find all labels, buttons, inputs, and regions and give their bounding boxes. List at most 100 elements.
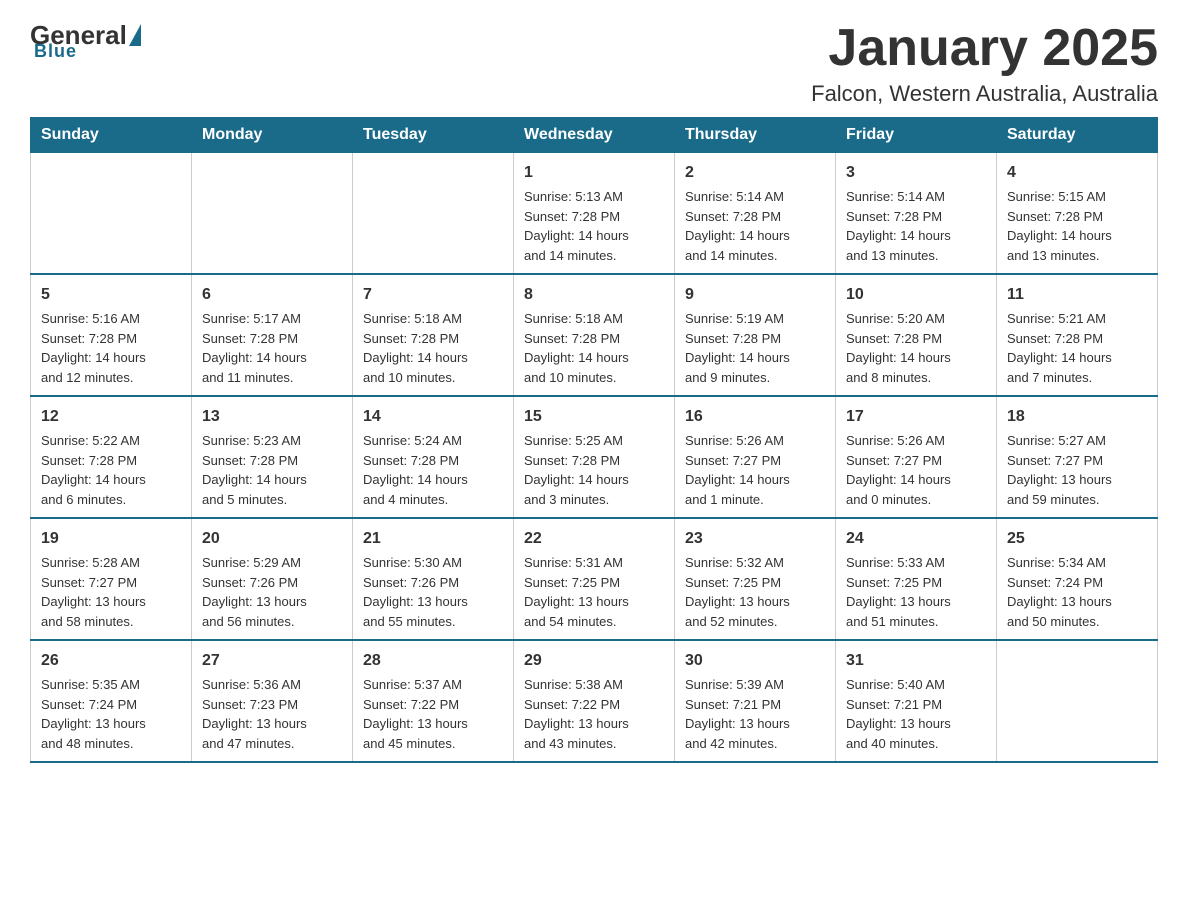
weekday-header-monday: Monday — [192, 118, 353, 153]
day-number: 25 — [1007, 527, 1147, 551]
day-info: Sunrise: 5:26 AMSunset: 7:27 PMDaylight:… — [685, 431, 825, 509]
calendar-cell — [997, 640, 1158, 762]
calendar-cell: 13Sunrise: 5:23 AMSunset: 7:28 PMDayligh… — [192, 396, 353, 518]
day-info: Sunrise: 5:20 AMSunset: 7:28 PMDaylight:… — [846, 309, 986, 387]
day-info: Sunrise: 5:23 AMSunset: 7:28 PMDaylight:… — [202, 431, 342, 509]
day-info: Sunrise: 5:18 AMSunset: 7:28 PMDaylight:… — [524, 309, 664, 387]
calendar-cell — [353, 153, 514, 275]
day-info: Sunrise: 5:31 AMSunset: 7:25 PMDaylight:… — [524, 553, 664, 631]
calendar-cell: 22Sunrise: 5:31 AMSunset: 7:25 PMDayligh… — [514, 518, 675, 640]
day-info: Sunrise: 5:27 AMSunset: 7:27 PMDaylight:… — [1007, 431, 1147, 509]
logo-blue-text: Blue — [34, 41, 77, 62]
day-number: 31 — [846, 649, 986, 673]
day-number: 24 — [846, 527, 986, 551]
day-info: Sunrise: 5:34 AMSunset: 7:24 PMDaylight:… — [1007, 553, 1147, 631]
main-title: January 2025 — [811, 20, 1158, 77]
day-info: Sunrise: 5:24 AMSunset: 7:28 PMDaylight:… — [363, 431, 503, 509]
calendar-cell: 10Sunrise: 5:20 AMSunset: 7:28 PMDayligh… — [836, 274, 997, 396]
title-block: January 2025 Falcon, Western Australia, … — [811, 20, 1158, 107]
calendar-cell: 3Sunrise: 5:14 AMSunset: 7:28 PMDaylight… — [836, 153, 997, 275]
calendar-week-2: 5Sunrise: 5:16 AMSunset: 7:28 PMDaylight… — [31, 274, 1158, 396]
day-number: 29 — [524, 649, 664, 673]
day-number: 1 — [524, 161, 664, 185]
day-info: Sunrise: 5:39 AMSunset: 7:21 PMDaylight:… — [685, 675, 825, 753]
weekday-header-row: SundayMondayTuesdayWednesdayThursdayFrid… — [31, 118, 1158, 153]
day-number: 2 — [685, 161, 825, 185]
calendar-week-1: 1Sunrise: 5:13 AMSunset: 7:28 PMDaylight… — [31, 153, 1158, 275]
weekday-header-wednesday: Wednesday — [514, 118, 675, 153]
day-info: Sunrise: 5:26 AMSunset: 7:27 PMDaylight:… — [846, 431, 986, 509]
day-info: Sunrise: 5:25 AMSunset: 7:28 PMDaylight:… — [524, 431, 664, 509]
calendar-header: SundayMondayTuesdayWednesdayThursdayFrid… — [31, 118, 1158, 153]
calendar-week-5: 26Sunrise: 5:35 AMSunset: 7:24 PMDayligh… — [31, 640, 1158, 762]
day-number: 17 — [846, 405, 986, 429]
day-info: Sunrise: 5:15 AMSunset: 7:28 PMDaylight:… — [1007, 187, 1147, 265]
calendar-cell: 9Sunrise: 5:19 AMSunset: 7:28 PMDaylight… — [675, 274, 836, 396]
day-info: Sunrise: 5:18 AMSunset: 7:28 PMDaylight:… — [363, 309, 503, 387]
calendar-cell: 11Sunrise: 5:21 AMSunset: 7:28 PMDayligh… — [997, 274, 1158, 396]
day-number: 15 — [524, 405, 664, 429]
calendar-week-3: 12Sunrise: 5:22 AMSunset: 7:28 PMDayligh… — [31, 396, 1158, 518]
day-info: Sunrise: 5:16 AMSunset: 7:28 PMDaylight:… — [41, 309, 181, 387]
page-header: General Blue January 2025 Falcon, Wester… — [30, 20, 1158, 107]
calendar-cell: 17Sunrise: 5:26 AMSunset: 7:27 PMDayligh… — [836, 396, 997, 518]
day-info: Sunrise: 5:35 AMSunset: 7:24 PMDaylight:… — [41, 675, 181, 753]
day-number: 20 — [202, 527, 342, 551]
day-info: Sunrise: 5:14 AMSunset: 7:28 PMDaylight:… — [846, 187, 986, 265]
weekday-header-sunday: Sunday — [31, 118, 192, 153]
calendar-cell — [31, 153, 192, 275]
calendar-cell: 2Sunrise: 5:14 AMSunset: 7:28 PMDaylight… — [675, 153, 836, 275]
day-info: Sunrise: 5:17 AMSunset: 7:28 PMDaylight:… — [202, 309, 342, 387]
day-number: 9 — [685, 283, 825, 307]
day-number: 23 — [685, 527, 825, 551]
day-number: 8 — [524, 283, 664, 307]
calendar-cell: 29Sunrise: 5:38 AMSunset: 7:22 PMDayligh… — [514, 640, 675, 762]
day-number: 21 — [363, 527, 503, 551]
calendar-cell: 20Sunrise: 5:29 AMSunset: 7:26 PMDayligh… — [192, 518, 353, 640]
day-number: 12 — [41, 405, 181, 429]
calendar-table: SundayMondayTuesdayWednesdayThursdayFrid… — [30, 117, 1158, 763]
calendar-cell: 30Sunrise: 5:39 AMSunset: 7:21 PMDayligh… — [675, 640, 836, 762]
day-number: 13 — [202, 405, 342, 429]
calendar-cell: 21Sunrise: 5:30 AMSunset: 7:26 PMDayligh… — [353, 518, 514, 640]
day-number: 7 — [363, 283, 503, 307]
day-info: Sunrise: 5:33 AMSunset: 7:25 PMDaylight:… — [846, 553, 986, 631]
logo: General Blue — [30, 20, 141, 62]
day-info: Sunrise: 5:21 AMSunset: 7:28 PMDaylight:… — [1007, 309, 1147, 387]
logo-triangle-icon — [129, 24, 141, 46]
day-number: 6 — [202, 283, 342, 307]
calendar-cell: 15Sunrise: 5:25 AMSunset: 7:28 PMDayligh… — [514, 396, 675, 518]
calendar-cell: 19Sunrise: 5:28 AMSunset: 7:27 PMDayligh… — [31, 518, 192, 640]
calendar-cell: 27Sunrise: 5:36 AMSunset: 7:23 PMDayligh… — [192, 640, 353, 762]
weekday-header-thursday: Thursday — [675, 118, 836, 153]
calendar-cell: 4Sunrise: 5:15 AMSunset: 7:28 PMDaylight… — [997, 153, 1158, 275]
day-info: Sunrise: 5:29 AMSunset: 7:26 PMDaylight:… — [202, 553, 342, 631]
subtitle: Falcon, Western Australia, Australia — [811, 81, 1158, 107]
calendar-cell: 23Sunrise: 5:32 AMSunset: 7:25 PMDayligh… — [675, 518, 836, 640]
day-number: 22 — [524, 527, 664, 551]
day-number: 27 — [202, 649, 342, 673]
calendar-cell: 12Sunrise: 5:22 AMSunset: 7:28 PMDayligh… — [31, 396, 192, 518]
calendar-body: 1Sunrise: 5:13 AMSunset: 7:28 PMDaylight… — [31, 153, 1158, 763]
day-number: 26 — [41, 649, 181, 673]
day-number: 28 — [363, 649, 503, 673]
calendar-cell: 7Sunrise: 5:18 AMSunset: 7:28 PMDaylight… — [353, 274, 514, 396]
day-info: Sunrise: 5:32 AMSunset: 7:25 PMDaylight:… — [685, 553, 825, 631]
day-info: Sunrise: 5:28 AMSunset: 7:27 PMDaylight:… — [41, 553, 181, 631]
day-number: 19 — [41, 527, 181, 551]
calendar-cell: 8Sunrise: 5:18 AMSunset: 7:28 PMDaylight… — [514, 274, 675, 396]
calendar-cell — [192, 153, 353, 275]
day-number: 4 — [1007, 161, 1147, 185]
day-number: 3 — [846, 161, 986, 185]
calendar-cell: 31Sunrise: 5:40 AMSunset: 7:21 PMDayligh… — [836, 640, 997, 762]
day-info: Sunrise: 5:37 AMSunset: 7:22 PMDaylight:… — [363, 675, 503, 753]
calendar-cell: 5Sunrise: 5:16 AMSunset: 7:28 PMDaylight… — [31, 274, 192, 396]
day-info: Sunrise: 5:40 AMSunset: 7:21 PMDaylight:… — [846, 675, 986, 753]
day-info: Sunrise: 5:38 AMSunset: 7:22 PMDaylight:… — [524, 675, 664, 753]
day-info: Sunrise: 5:14 AMSunset: 7:28 PMDaylight:… — [685, 187, 825, 265]
weekday-header-friday: Friday — [836, 118, 997, 153]
day-number: 30 — [685, 649, 825, 673]
calendar-cell: 26Sunrise: 5:35 AMSunset: 7:24 PMDayligh… — [31, 640, 192, 762]
day-info: Sunrise: 5:22 AMSunset: 7:28 PMDaylight:… — [41, 431, 181, 509]
day-number: 18 — [1007, 405, 1147, 429]
